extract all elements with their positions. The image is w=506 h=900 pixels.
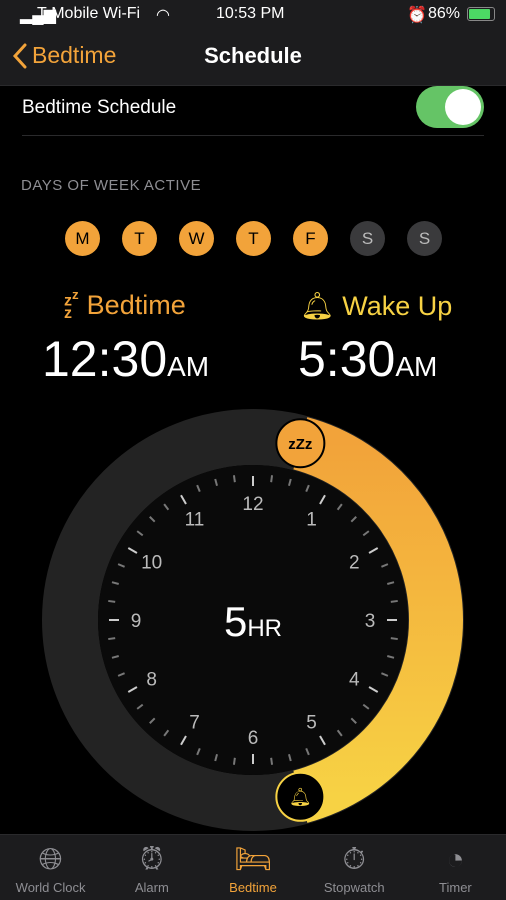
globe-icon: 🌐︎: [38, 843, 63, 876]
clock-time: 10:53 PM: [216, 5, 285, 22]
sleep-clock-dial[interactable]: 121234567891011 5HR zZz 🔔︎: [0, 400, 506, 840]
sleep-zzz-icon: zZz: [288, 436, 312, 453]
tab-alarm[interactable]: ⏰︎ Alarm: [101, 835, 202, 900]
timer-icon: ◔: [446, 843, 465, 876]
bed-icon: 🛏︎: [233, 843, 273, 876]
bedtime-schedule-row: Bedtime Schedule: [22, 86, 484, 136]
dial-tick: [232, 757, 236, 765]
dial-number: 6: [248, 728, 259, 749]
dial-number: 5: [306, 712, 317, 733]
dial-number: 2: [349, 553, 360, 574]
bedtime-schedule-toggle[interactable]: [416, 86, 484, 128]
status-bar: ▂▄▆ T-Mobile Wi-Fi ◠ 10:53 PM ⏰ 86%: [0, 0, 506, 28]
wake-time[interactable]: 5:30AM: [298, 330, 437, 388]
tab-stopwatch[interactable]: ⏱︎ Stopwatch: [304, 835, 405, 900]
dial-tick: [232, 475, 236, 483]
wake-label: Wake Up: [342, 290, 453, 321]
bedtime-schedule-label: Bedtime Schedule: [22, 97, 177, 118]
dial-number: 4: [349, 670, 360, 691]
dial-number: 11: [185, 510, 205, 531]
dial-tick: [108, 599, 116, 603]
battery-percent: 86%: [428, 5, 461, 22]
dial-number: 10: [141, 553, 162, 574]
navigation-bar: Bedtime Schedule: [0, 28, 506, 86]
sleep-zzz-icon: zz z: [64, 287, 79, 323]
battery-icon: [467, 7, 495, 21]
days-label: DAYS OF WEEK ACTIVE: [21, 177, 202, 194]
bedtime-label: Bedtime: [86, 290, 186, 320]
wake-handle[interactable]: 🔔︎: [275, 771, 326, 822]
day-toggle[interactable]: S: [407, 221, 442, 256]
tab-world-clock[interactable]: 🌐︎ World Clock: [0, 835, 101, 900]
dial-tick: [390, 599, 398, 603]
dial-tick: [270, 757, 274, 765]
bell-icon: 🔔︎: [289, 787, 312, 807]
stopwatch-icon: ⏱︎: [342, 843, 366, 876]
days-selector: MTWTFSS: [65, 221, 442, 256]
bedtime-time[interactable]: 12:30AM: [42, 330, 209, 388]
day-toggle[interactable]: M: [65, 221, 100, 256]
bell-icon: 🔔︎: [300, 291, 335, 321]
dial-number: 8: [146, 670, 157, 691]
bedtime-handle[interactable]: zZz: [275, 418, 326, 469]
day-toggle[interactable]: F: [293, 221, 328, 256]
tab-bar: 🌐︎ World Clock ⏰︎ Alarm 🛏︎ Bedtime ⏱︎ Stopwatch…: [0, 834, 506, 900]
bedtime-label-group: zz z Bedtime: [64, 287, 186, 323]
carrier: T-Mobile Wi-Fi: [37, 5, 141, 22]
tab-timer[interactable]: ◔ Timer: [405, 835, 506, 900]
tab-bedtime[interactable]: 🛏︎ Bedtime: [202, 835, 303, 900]
dial-tick: [270, 475, 274, 483]
day-toggle[interactable]: S: [350, 221, 385, 256]
wifi-icon: ◠: [156, 7, 170, 24]
dial-number: 1: [306, 510, 317, 531]
wake-label-group: 🔔︎ Wake Up: [300, 290, 452, 322]
dial-number: 3: [365, 611, 376, 632]
day-toggle[interactable]: T: [122, 221, 157, 256]
page-title: Schedule: [204, 43, 302, 68]
alarm-icon: ⏰: [407, 7, 427, 24]
dial-number: 7: [189, 712, 200, 733]
dial-tick: [390, 637, 398, 641]
day-toggle[interactable]: T: [236, 221, 271, 256]
day-toggle[interactable]: W: [179, 221, 214, 256]
dial-number: 12: [242, 494, 263, 515]
dial-tick: [108, 637, 116, 641]
dial-number: 9: [131, 611, 142, 632]
alarm-clock-icon: ⏰︎: [140, 843, 164, 876]
